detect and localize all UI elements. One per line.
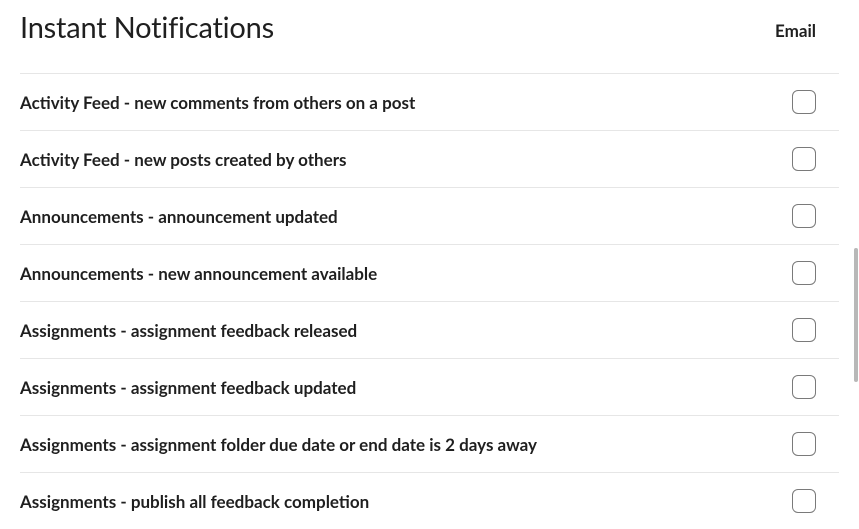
notification-label: Assignments - assignment folder due date… (20, 434, 537, 455)
email-checkbox[interactable] (792, 375, 816, 399)
email-checkbox[interactable] (792, 261, 816, 285)
notification-row: Assignments - assignment feedback releas… (20, 301, 839, 358)
checkbox-cell (769, 375, 839, 399)
checkbox-cell (769, 489, 839, 513)
notification-row: Assignments - assignment folder due date… (20, 415, 839, 472)
notification-label: Assignments - publish all feedback compl… (20, 491, 369, 512)
email-checkbox[interactable] (792, 90, 816, 114)
email-checkbox[interactable] (792, 318, 816, 342)
notifications-panel: Instant Notifications Email Activity Fee… (0, 0, 859, 529)
email-checkbox[interactable] (792, 147, 816, 171)
email-checkbox[interactable] (792, 489, 816, 513)
notification-row: Activity Feed - new comments from others… (20, 73, 839, 130)
notification-row: Assignments - assignment feedback update… (20, 358, 839, 415)
scrollbar-track[interactable] (851, 0, 859, 502)
notification-label: Assignments - assignment feedback releas… (20, 320, 357, 341)
notification-label: Assignments - assignment feedback update… (20, 377, 356, 398)
email-checkbox[interactable] (792, 204, 816, 228)
notification-label: Announcements - new announcement availab… (20, 263, 377, 284)
checkbox-cell (769, 90, 839, 114)
checkbox-cell (769, 318, 839, 342)
notification-rows: Activity Feed - new comments from others… (20, 73, 839, 529)
notification-label: Activity Feed - new posts created by oth… (20, 149, 347, 170)
notification-row: Announcements - new announcement availab… (20, 244, 839, 301)
email-checkbox[interactable] (792, 432, 816, 456)
checkbox-cell (769, 432, 839, 456)
header: Instant Notifications Email (20, 10, 839, 45)
column-header-email: Email (775, 10, 839, 41)
checkbox-cell (769, 204, 839, 228)
notification-row: Assignments - publish all feedback compl… (20, 472, 839, 529)
notification-label: Announcements - announcement updated (20, 206, 338, 227)
page-title: Instant Notifications (20, 10, 274, 45)
checkbox-cell (769, 261, 839, 285)
notification-label: Activity Feed - new comments from others… (20, 92, 415, 113)
notification-row: Activity Feed - new posts created by oth… (20, 130, 839, 187)
scrollbar-thumb[interactable] (854, 248, 858, 382)
notification-row: Announcements - announcement updated (20, 187, 839, 244)
checkbox-cell (769, 147, 839, 171)
